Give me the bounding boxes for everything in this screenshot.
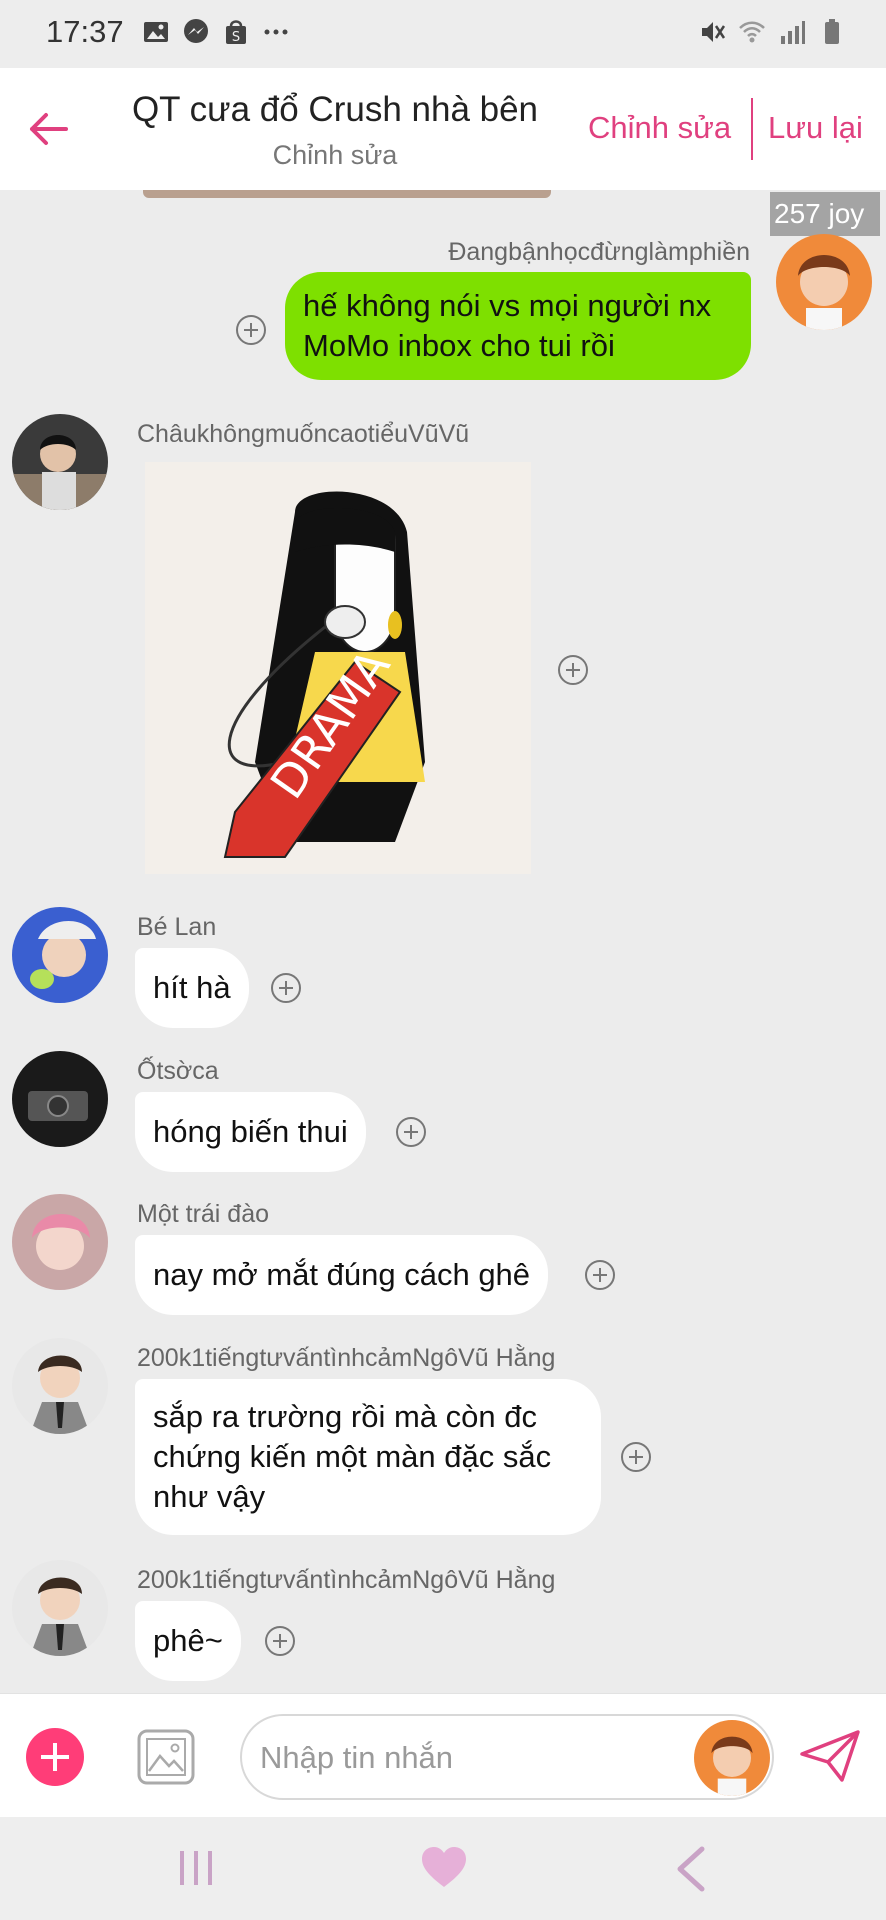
message-input[interactable]: Nhập tin nhắn — [240, 1714, 774, 1800]
avatar[interactable] — [776, 234, 872, 330]
message-bubble[interactable]: hóng biến thui — [135, 1092, 366, 1172]
messenger-icon — [184, 19, 208, 43]
status-time: 17:37 — [46, 14, 124, 49]
avatar-image — [12, 1051, 108, 1147]
message-line: nay mở mắt đúng cách ghê — [153, 1257, 531, 1292]
notification-icons: S — [142, 18, 290, 46]
svg-text:S: S — [232, 30, 240, 45]
chat-title: QT cưa đổ Crush nhà bên — [131, 90, 539, 129]
message-list[interactable]: 257 joy Đangbậnhọcđừnglàmphiền hế không … — [0, 190, 886, 1693]
sender-name: Ốtsờca — [137, 1057, 219, 1085]
chat-header: QT cưa đổ Crush nhà bên Chỉnh sửa Chỉnh … — [0, 68, 886, 190]
message-line: phê~ — [153, 1623, 223, 1658]
save-button[interactable]: Lưu lại — [768, 110, 863, 146]
avatar-image — [694, 1720, 770, 1796]
react-plus-icon[interactable] — [621, 1442, 651, 1472]
sticker-image[interactable]: DRAMA — [145, 462, 531, 874]
back-nav-icon[interactable] — [670, 1845, 710, 1893]
status-bar: 17:37 S — [0, 0, 886, 68]
react-plus-icon[interactable] — [265, 1626, 295, 1656]
sender-name: Bé Lan — [137, 913, 217, 941]
mute-icon — [702, 22, 726, 42]
battery-icon — [825, 19, 839, 44]
react-plus-icon[interactable] — [558, 655, 588, 685]
send-icon[interactable] — [798, 1726, 862, 1786]
header-divider — [751, 98, 753, 160]
avatar-image — [12, 1338, 108, 1434]
message-line: MoMo inbox cho tui rồi — [303, 328, 615, 363]
message-bubble[interactable]: phê~ — [135, 1601, 241, 1681]
previous-image[interactable] — [143, 190, 551, 198]
message-input-placeholder: Nhập tin nhắn — [260, 1740, 454, 1775]
avatar[interactable] — [12, 414, 108, 510]
back-arrow-icon[interactable] — [24, 104, 74, 154]
avatar-image — [12, 414, 108, 510]
message-bubble[interactable]: hít hà — [135, 948, 249, 1028]
message-bubble[interactable]: hế không nói vs mọi người nx MoMo inbox … — [285, 272, 751, 380]
shopping-bag-icon: S — [226, 20, 246, 45]
signal-icon — [781, 21, 805, 44]
react-plus-icon[interactable] — [585, 1260, 615, 1290]
chat-subtitle: Chỉnh sửa — [272, 140, 398, 170]
message-line: sắp ra trường rồi mà còn đc — [153, 1399, 537, 1434]
composer-bar: Nhập tin nhắn — [0, 1693, 886, 1817]
sender-name: Một trái đào — [137, 1200, 270, 1228]
react-plus-icon[interactable] — [271, 973, 301, 1003]
system-icons — [698, 18, 846, 46]
recents-icon[interactable] — [176, 1847, 216, 1889]
avatar[interactable] — [12, 907, 108, 1003]
avatar[interactable] — [12, 1338, 108, 1434]
react-plus-icon[interactable] — [396, 1117, 426, 1147]
sender-name: 200k1tiếngtưvấntìnhcảmNgôVũ Hằng — [137, 1566, 556, 1594]
avatar-image — [776, 234, 872, 330]
home-heart-icon[interactable] — [420, 1845, 468, 1891]
avatar-image — [12, 1560, 108, 1656]
avatar[interactable] — [12, 1560, 108, 1656]
react-plus-icon[interactable] — [236, 315, 266, 345]
message-bubble[interactable]: nay mở mắt đúng cách ghê — [135, 1235, 549, 1315]
message-line: chứng kiến một màn đặc sắc — [153, 1439, 552, 1474]
image-picker-icon[interactable] — [136, 1728, 196, 1786]
message-bubble[interactable]: sắp ra trường rồi mà còn đc chứng kiến m… — [135, 1379, 601, 1535]
system-nav-bar — [0, 1817, 886, 1920]
message-line: hóng biến thui — [153, 1114, 348, 1149]
message-line: hế không nói vs mọi người nx — [303, 288, 712, 323]
edit-button[interactable]: Chỉnh sửa — [588, 110, 731, 146]
avatar[interactable] — [12, 1051, 108, 1147]
avatar-image — [12, 1194, 108, 1290]
joy-badge: 257 joy — [770, 192, 880, 236]
sender-name: Đangbậnhọcđừnglàmphiền — [448, 238, 750, 266]
image-icon — [144, 22, 168, 42]
message-line: hít hà — [153, 970, 231, 1005]
avatar-image — [12, 907, 108, 1003]
more-dots-icon — [264, 29, 288, 35]
message-line: như vậy — [153, 1479, 266, 1514]
sender-name: 200k1tiếngtưvấntìnhcảmNgôVũ Hằng — [137, 1344, 556, 1372]
add-button[interactable] — [26, 1728, 84, 1786]
sticker-avatar-button[interactable] — [694, 1720, 770, 1796]
avatar[interactable] — [12, 1194, 108, 1290]
wifi-icon — [739, 21, 765, 43]
sender-name: ChâukhôngmuốncaotiểuVũVũ — [137, 420, 470, 448]
